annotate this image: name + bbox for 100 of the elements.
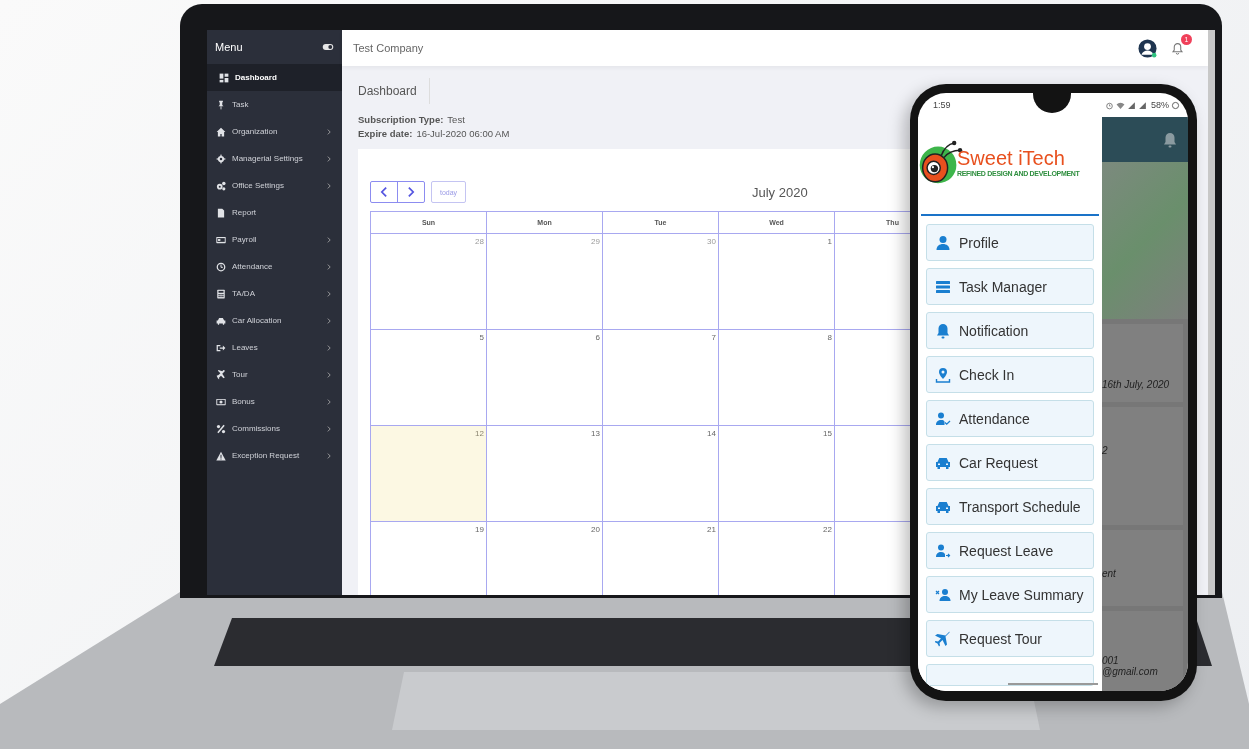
day-number: 7 [710,332,717,344]
toggle-icon[interactable] [322,41,334,53]
sidebar-item[interactable]: Task [207,91,342,118]
sidebar-item-label: Payroll [232,235,258,244]
location-pin-icon [935,366,951,383]
drawer-item-label: Attendance [959,410,1030,427]
sidebar-item-label: Task [232,100,250,109]
day-number: 19 [474,524,485,536]
day-number: 21 [706,524,717,536]
day-number: 29 [590,236,601,248]
gear-icon [216,153,226,164]
scrollbar[interactable] [1208,30,1215,595]
drawer-item-label: Request Leave [959,542,1054,559]
sidebar-item-label: Office Settings [232,181,285,190]
drawer-item-label: Profile [959,234,999,251]
sidebar-item-label: Car Allocation [232,316,283,325]
day-number: 5 [478,332,485,344]
plane-icon [216,369,226,380]
detail-value: 16-Jul-2020 06:00 AM [416,128,510,139]
sidebar-item-label: Bonus [232,397,256,406]
drawer-item-label: Check In [959,366,1015,383]
alarm-icon [1105,100,1114,110]
sidebar-item[interactable]: Car Allocation [207,307,342,334]
page-title: Dashboard [358,78,430,104]
sidebar-item[interactable]: Commissions [207,415,342,442]
cash-icon [216,396,226,407]
card-text: ent [1102,567,1117,579]
day-number: 22 [822,524,833,536]
money-icon [216,234,226,245]
detail-label: Subscription Type: [358,114,444,125]
person-check-icon [935,410,951,427]
day-number: 15 [822,428,833,440]
day-number: 6 [594,332,601,344]
avatar-icon[interactable] [1138,38,1157,58]
sidebar-item[interactable]: Organization [207,118,342,145]
drawer-menu-item[interactable]: Car Request [926,444,1094,481]
sidebar-item-label: TA/DA [232,289,256,298]
exit-icon [216,342,226,353]
sidebar-item[interactable]: Tour [207,361,342,388]
sidebar-item[interactable]: Bonus [207,388,342,415]
day-number: 20 [590,524,601,536]
person-icon [935,234,951,251]
drawer-item-label: Task Manager [959,278,1047,295]
drawer-menu-item[interactable]: Transport Schedule [926,488,1094,525]
sidebar-item-label: Commissions [232,424,281,433]
status-time: 1:59 [933,100,951,110]
loading-ring-icon [1171,100,1180,110]
person-remove-icon [935,586,951,603]
bell-icon[interactable] [1171,41,1184,55]
sidebar-item-label: Leaves [232,343,259,352]
list-icon [935,278,951,295]
card-text: @gmail.com [1102,666,1159,677]
sidebar-item[interactable]: Office Settings [207,172,342,199]
wifi-icon [1116,100,1125,110]
drawer-menu-item[interactable]: Check In [926,356,1094,393]
drawer-menu-item[interactable]: Attendance [926,400,1094,437]
sidebar-item[interactable]: Exception Request [207,442,342,469]
sidebar-item[interactable]: Attendance [207,253,342,280]
company-name: Test Company [353,42,424,54]
sidebar-item[interactable]: Dashboard [207,64,342,91]
card-text: 001 [1102,655,1120,666]
bell-icon[interactable] [1162,131,1178,148]
drawer-menu-item[interactable]: Profile [926,224,1094,261]
sidebar-item[interactable]: Leaves [207,334,342,361]
logo-name: Sweet iTech [957,146,1066,170]
drawer-menu-item[interactable]: Task Manager [926,268,1094,305]
drawer-item-label: Request Tour [959,630,1042,647]
percent-icon [216,423,226,434]
day-number: 12 [474,428,485,440]
drawer-menu-item[interactable]: Request Tour [926,620,1094,657]
day-number: 30 [706,236,717,248]
sidebar-item-label: Dashboard [235,73,278,82]
drawer-item-label: Notification [959,322,1029,339]
sidebar-item[interactable]: Report [207,199,342,226]
drawer-item-label: Transport Schedule [959,498,1081,515]
partial-menu-item[interactable] [926,664,1094,686]
calculator-icon [216,288,226,299]
day-number: 28 [474,236,485,248]
drawer-menu-item[interactable]: Request Leave [926,532,1094,569]
gears-icon [216,180,226,191]
menu-title: Menu [215,41,243,53]
person-arrow-icon [935,542,951,559]
sidebar-item[interactable]: Managerial Settings [207,145,342,172]
bell-icon [935,322,951,339]
day-number: 13 [590,428,601,440]
card-text: 16th July, 2020 [1102,378,1171,390]
sidebar-item[interactable]: Payroll [207,226,342,253]
drawer-menu-item[interactable]: My Leave Summary [926,576,1094,613]
sidebar-item-label: Tour [232,370,249,379]
car-icon [216,315,226,326]
day-number: 1 [826,236,833,248]
plane-icon [935,630,951,647]
drawer-item-label: My Leave Summary [959,586,1084,603]
drawer-menu-item[interactable]: Notification [926,312,1094,349]
detail-value: Test [447,114,465,125]
day-number: 14 [706,428,717,440]
sidebar-item[interactable]: TA/DA [207,280,342,307]
camera-notch [1033,93,1071,113]
battery-percent: 58% [1151,100,1169,110]
home-icon [216,126,226,137]
